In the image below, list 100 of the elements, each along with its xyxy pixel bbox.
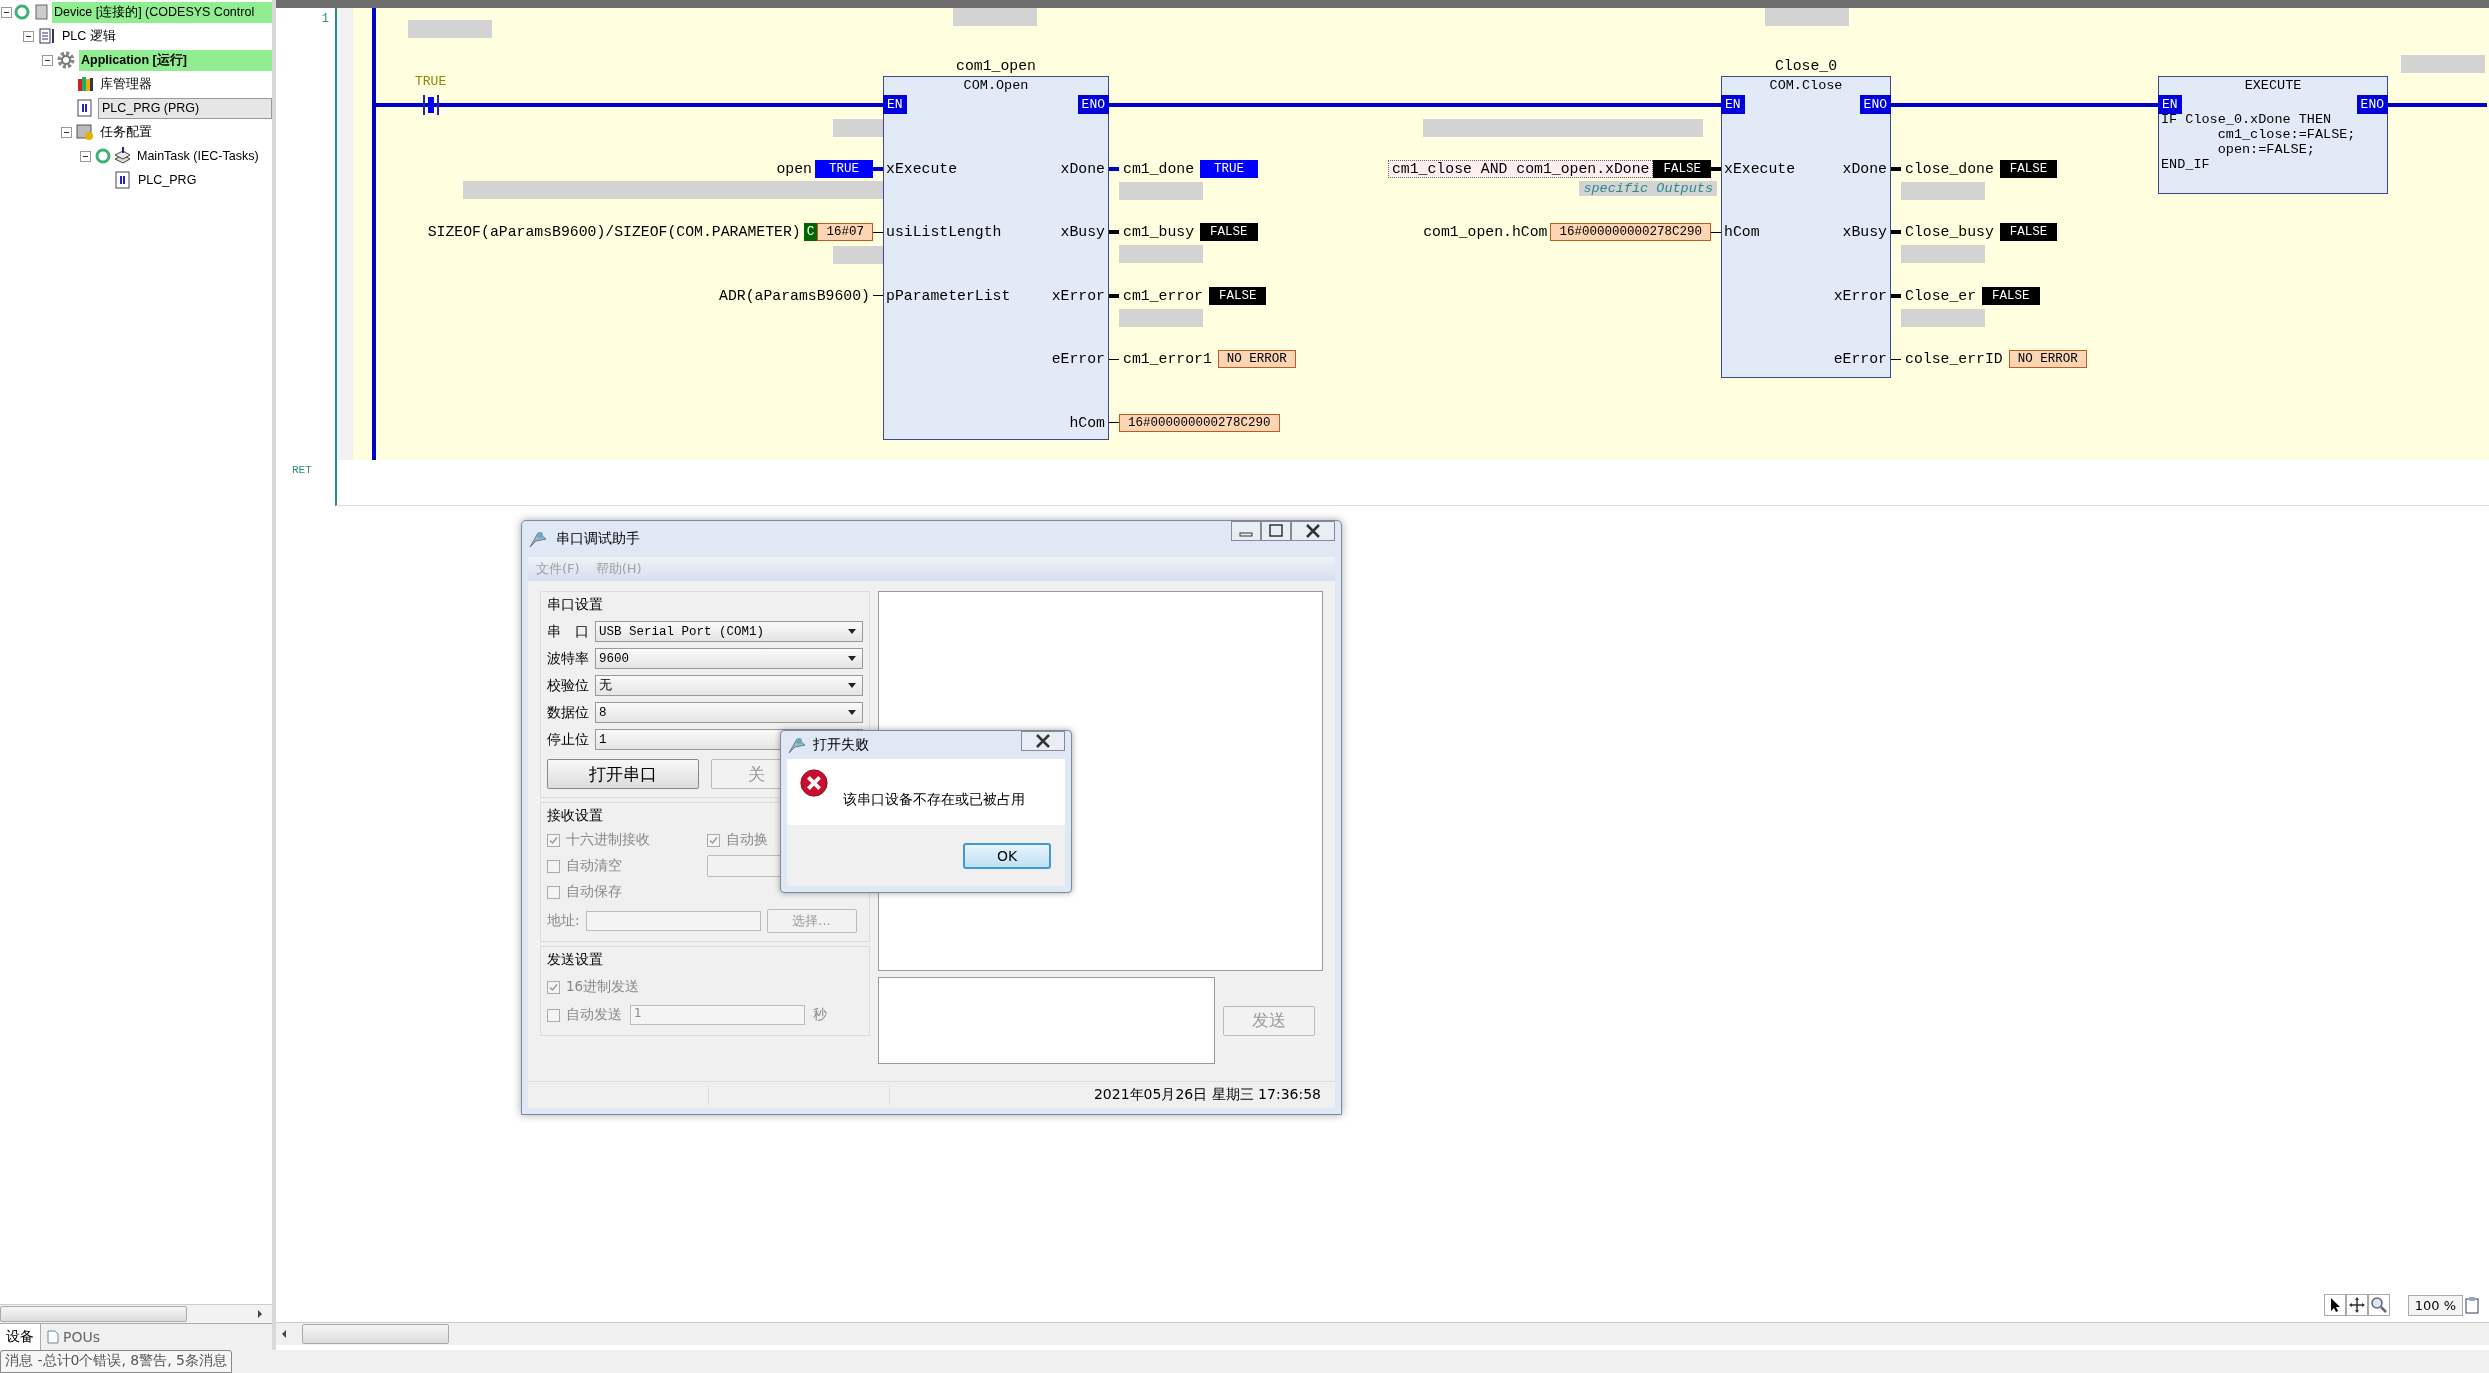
pin-label: xError (1051, 286, 1105, 306)
tree-item[interactable]: 任务配置 (98, 121, 272, 143)
error-icon (799, 768, 829, 798)
comment-text: specific Outputs (1579, 180, 1717, 196)
wire (873, 295, 883, 296)
field-label: 串 口 (547, 622, 589, 641)
send-area[interactable] (878, 977, 1215, 1064)
eno-pin: ENO (1859, 95, 1891, 114)
output-variable: Close_er (1904, 287, 1978, 304)
dropdown[interactable]: 9600 (595, 648, 863, 669)
wire (873, 166, 883, 171)
window-title: 串口调试助手 (556, 530, 640, 548)
output-variable: cm1_error1 (1122, 351, 1213, 367)
status-time: 2021年05月26日 星期三 17:36:58 (1093, 1086, 1321, 1104)
group-title: 发送设置 (547, 951, 604, 969)
dropdown-arrow-icon[interactable] (848, 683, 856, 688)
code-text: IF Close_0.xDone THEN cm1_close:=FALSE; open:=FALSE; END_IF (2161, 112, 2356, 172)
wire (1109, 293, 1119, 298)
value-box: FALSE (1200, 223, 1258, 241)
group-title: 接收设置 (547, 807, 604, 825)
checkbox[interactable] (707, 833, 720, 847)
panel-tab[interactable]: POUs (41, 1324, 106, 1350)
checkbox[interactable] (547, 980, 560, 994)
wire (1109, 166, 1119, 171)
open-port-button[interactable]: 打开串口 (547, 759, 699, 789)
app-icon (787, 735, 807, 755)
checkbox[interactable] (547, 833, 560, 847)
collapse-icon[interactable] (42, 54, 53, 66)
en-pin: EN (2158, 95, 2182, 114)
minimize-icon[interactable] (1231, 521, 1261, 541)
tree-item[interactable]: Application [运行] (79, 49, 272, 71)
dropdown[interactable]: USB Serial Port (COM1) (595, 621, 863, 642)
task-config-icon (76, 123, 94, 141)
wire (1109, 230, 1119, 234)
contact-symbol[interactable] (421, 94, 441, 116)
tree-item[interactable]: 库管理器 (98, 73, 272, 95)
dropdown-arrow-icon[interactable] (848, 710, 856, 715)
contact-label: TRUE (415, 74, 447, 89)
wire (1711, 166, 1721, 171)
move-icon[interactable] (2345, 1294, 2368, 1316)
output-variable: cm1_error (1122, 287, 1204, 304)
document-icon (47, 1330, 59, 1344)
network-number: 1 (321, 12, 329, 26)
tree-item[interactable]: PLC 逻辑 (60, 25, 272, 47)
input-expression: cm1_close AND com1_open.xDone (1387, 159, 1654, 178)
collapse-icon[interactable] (61, 126, 72, 138)
error-message: 该串口设备不存在或已被占用 (843, 791, 1025, 809)
tree-item[interactable]: PLC_PRG (136, 171, 272, 189)
message-summary[interactable]: 消息 -总计0个错误, 8警告, 5条消息 (0, 1350, 233, 1373)
pin-label: pParameterList (886, 286, 1011, 306)
eno-pin: ENO (1077, 95, 1109, 114)
function-block[interactable] (1721, 76, 1891, 378)
zoom-field[interactable]: 100 % (2407, 1294, 2463, 1316)
dropdown[interactable]: 无 (595, 675, 863, 696)
return-label: RET (292, 464, 312, 476)
dropdown-arrow-icon[interactable] (848, 629, 856, 634)
maximize-icon[interactable] (1261, 521, 1291, 541)
pin-label: hCom (1069, 413, 1105, 433)
wire (1109, 422, 1119, 423)
ok-button[interactable]: OK (963, 842, 1051, 869)
pin-label: hCom (1724, 223, 1760, 242)
checkbox[interactable] (547, 1008, 560, 1022)
scrollbar-thumb[interactable] (0, 1306, 187, 1322)
checkbox[interactable] (547, 885, 560, 899)
tree-item[interactable]: PLC_PRG (PRG) (98, 97, 272, 119)
collapse-icon[interactable] (80, 150, 91, 162)
instance-name: com1_open (956, 58, 1036, 74)
pin-label: eError (1833, 350, 1887, 369)
scroll-right-icon[interactable] (256, 1309, 264, 1319)
output-variable: close_done (1904, 160, 1995, 177)
scrollbar-thumb[interactable] (302, 1324, 449, 1344)
output-variable: cm1_busy (1122, 224, 1196, 240)
value-box: FALSE (1982, 286, 2040, 305)
value-box: TRUE (1200, 159, 1259, 178)
zoom-icon[interactable] (2367, 1294, 2390, 1316)
app-icon (528, 529, 548, 549)
clipboard-icon[interactable] (2465, 1296, 2479, 1314)
panel-tab[interactable]: 设备 (0, 1324, 41, 1350)
function-block[interactable] (2158, 76, 2388, 194)
tree-item[interactable]: MainTask (IEC-Tasks) (135, 147, 272, 165)
collapse-icon[interactable] (23, 30, 34, 42)
address-field[interactable] (585, 911, 761, 931)
collapse-icon[interactable] (1, 6, 12, 18)
field-label: 校验位 (547, 676, 589, 695)
pointer-icon[interactable] (2323, 1294, 2346, 1316)
dropdown-arrow-icon[interactable] (848, 656, 856, 661)
scroll-left-icon[interactable] (280, 1329, 288, 1339)
block-type: EXECUTE (2244, 78, 2302, 93)
program-icon (76, 99, 94, 117)
dropdown[interactable]: 8 (595, 702, 863, 723)
device-icon (14, 3, 50, 21)
wire (1891, 230, 1901, 234)
close-icon[interactable] (1021, 731, 1065, 751)
checkbox[interactable] (547, 859, 560, 873)
tree-item[interactable]: Device [连接的] (CODESYS Control (52, 1, 272, 23)
wire (1891, 293, 1901, 298)
books-icon (76, 75, 94, 93)
pin-label: xExecute (1724, 159, 1796, 179)
close-icon[interactable] (1291, 521, 1335, 541)
function-block[interactable] (883, 76, 1109, 440)
